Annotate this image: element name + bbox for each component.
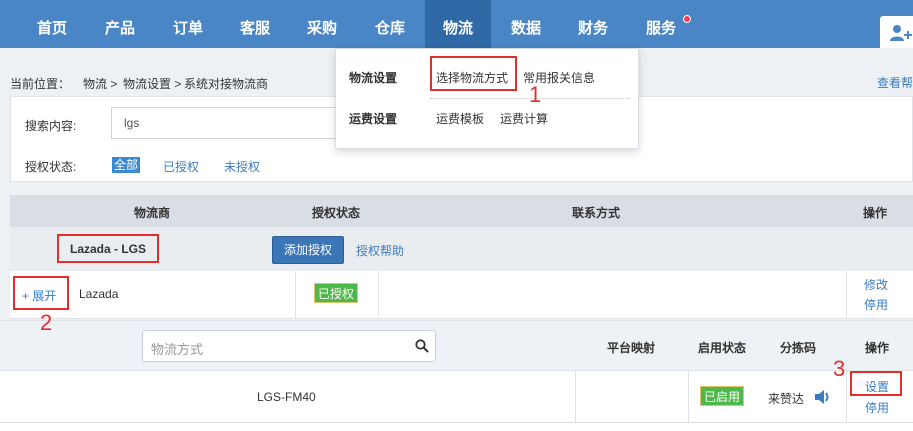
user-menu-button[interactable] bbox=[880, 16, 913, 48]
nav-service[interactable]: 服务 bbox=[631, 0, 691, 48]
annotation-number-1: 1 bbox=[529, 82, 542, 107]
divider bbox=[295, 271, 296, 318]
sort-code-value: 来赞达 bbox=[768, 392, 805, 406]
search-input[interactable]: lgs bbox=[111, 107, 341, 139]
breadcrumb-prefix: 当前位置： bbox=[10, 77, 71, 91]
col-sort-code: 分拣码 bbox=[780, 341, 817, 355]
divider bbox=[846, 271, 847, 318]
shipping-method-row: LGS-FM40 已启用 来赞达 设置 停用 bbox=[0, 371, 913, 423]
shipping-methods-header: 物流方式 平台映射 启用状态 分拣码 操作 bbox=[0, 321, 913, 371]
freight-template-link[interactable]: 运费模板 bbox=[436, 110, 484, 127]
freight-calculator-link[interactable]: 运费计算 bbox=[500, 110, 548, 127]
nav-finance[interactable]: 财务 bbox=[563, 0, 623, 48]
disable-method-link[interactable]: 停用 bbox=[865, 399, 889, 416]
col-contact: 联系方式 bbox=[572, 206, 621, 220]
annotation-box-1 bbox=[430, 56, 517, 91]
nav-data[interactable]: 数据 bbox=[496, 0, 556, 48]
filter-authorized[interactable]: 已授权 bbox=[163, 158, 199, 175]
shipping-method-search[interactable]: 物流方式 bbox=[142, 330, 436, 362]
annotation-box-3 bbox=[850, 371, 902, 396]
col-sub-operation: 操作 bbox=[865, 341, 890, 355]
dropdown-freight-settings-heading: 运费设置 bbox=[349, 112, 398, 126]
nav-warehouse[interactable]: 仓库 bbox=[360, 0, 420, 48]
notification-dot bbox=[683, 15, 691, 23]
nav-purchasing[interactable]: 采购 bbox=[292, 0, 352, 48]
edit-link[interactable]: 修改 bbox=[864, 276, 888, 293]
top-nav: 首页 产品 订单 客服 采购 仓库 物流 数据 财务 服务 bbox=[0, 0, 913, 48]
filter-all[interactable]: 全部 bbox=[112, 157, 141, 173]
dropdown-logistics-settings-heading: 物流设置 bbox=[349, 71, 398, 85]
annotation-box-2 bbox=[13, 276, 69, 310]
authorized-badge: 已授权 bbox=[314, 283, 359, 303]
annotation-number-2: 2 bbox=[40, 310, 53, 335]
breadcrumb-logistics[interactable]: 物流 > bbox=[83, 75, 117, 92]
col-enable-status: 启用状态 bbox=[698, 341, 747, 355]
shipping-method-search-placeholder: 物流方式 bbox=[151, 342, 204, 357]
nav-customer-service[interactable]: 客服 bbox=[225, 0, 285, 48]
disable-link[interactable]: 停用 bbox=[864, 296, 888, 313]
speaker-icon[interactable] bbox=[813, 388, 833, 406]
col-platform-mapping: 平台映射 bbox=[607, 341, 656, 355]
user-add-icon bbox=[890, 25, 912, 41]
divider bbox=[688, 371, 689, 422]
shipping-methods-panel: 物流方式 平台映射 启用状态 分拣码 操作 LGS-FM40 已启用 来赞达 设… bbox=[0, 320, 913, 431]
divider bbox=[378, 271, 379, 318]
col-auth-status: 授权状态 bbox=[312, 206, 361, 220]
col-operation: 操作 bbox=[863, 206, 888, 220]
auth-status-label: 授权状态: bbox=[25, 160, 77, 174]
search-icon[interactable] bbox=[415, 339, 429, 353]
filter-unauthorized[interactable]: 未授权 bbox=[224, 158, 260, 175]
nav-products[interactable]: 产品 bbox=[90, 0, 150, 48]
col-carrier: 物流商 bbox=[134, 206, 171, 220]
authorization-help-link[interactable]: 授权帮助 bbox=[356, 242, 404, 259]
nav-home[interactable]: 首页 bbox=[22, 0, 82, 48]
divider bbox=[575, 371, 576, 422]
breadcrumb-system-carrier: 系统对接物流商 bbox=[184, 77, 269, 91]
nav-logistics[interactable]: 物流 bbox=[425, 0, 491, 48]
enabled-badge: 已启用 bbox=[700, 386, 745, 406]
carrier-table-header: 物流商 授权状态 联系方式 操作 bbox=[10, 195, 913, 227]
search-label: 搜索内容: bbox=[25, 119, 77, 133]
divider bbox=[846, 371, 847, 422]
breadcrumb-logistics-settings[interactable]: 物流设置 > bbox=[123, 75, 181, 92]
nav-orders[interactable]: 订单 bbox=[158, 0, 218, 48]
view-help-link[interactable]: 查看帮 bbox=[877, 74, 913, 91]
add-authorization-button[interactable]: 添加授权 bbox=[272, 236, 344, 264]
table-row: + 展开 Lazada 已授权 修改 停用 bbox=[10, 271, 913, 319]
annotation-number-3: 3 bbox=[833, 356, 846, 381]
shipping-method-name: LGS-FM40 bbox=[257, 390, 316, 404]
carrier-account-name: Lazada bbox=[79, 287, 119, 301]
annotation-box-group bbox=[57, 234, 159, 263]
